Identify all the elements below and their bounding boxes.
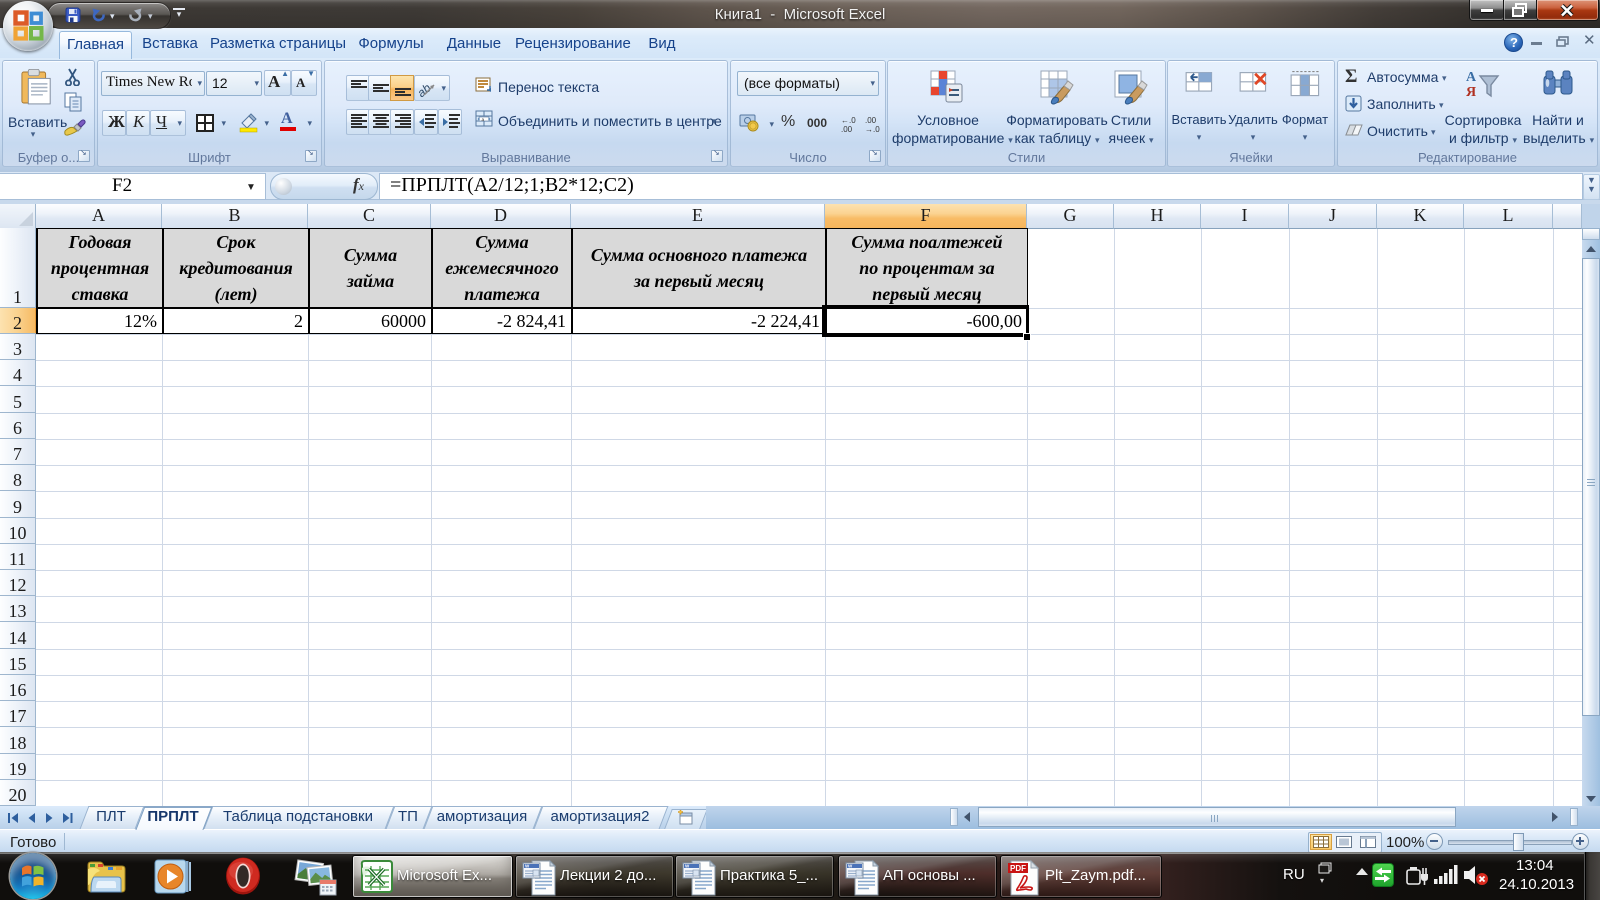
svg-text:.00: .00	[841, 125, 853, 133]
svg-text:А: А	[1466, 70, 1477, 85]
svg-text:←.0: ←.0	[841, 116, 856, 125]
svg-text:PDF: PDF	[1010, 864, 1026, 873]
svg-text:ab: ab	[418, 81, 434, 97]
svg-text:→.0: →.0	[865, 125, 880, 133]
svg-text:Я: Я	[1466, 85, 1476, 100]
svg-text:.00: .00	[865, 116, 877, 125]
